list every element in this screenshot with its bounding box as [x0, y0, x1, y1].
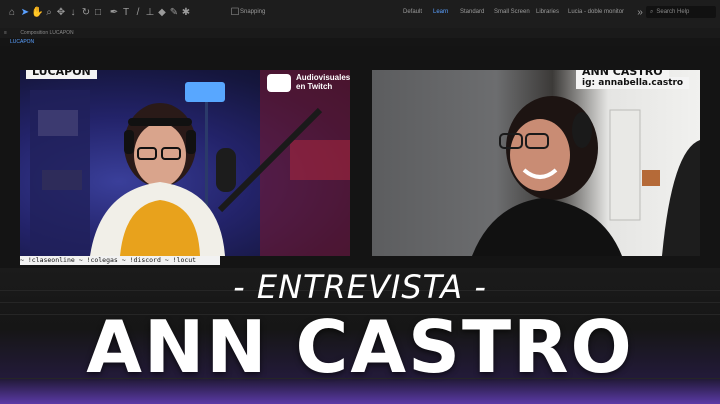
composition-tab[interactable]: ≡ Composition LUCAPON — [0, 28, 720, 38]
left-name-tag: LUCAPON — [26, 70, 97, 79]
composition-subtab-label: LUCAPON — [10, 39, 35, 45]
brush-tool-icon[interactable]: / — [132, 7, 144, 19]
composition-subtab[interactable]: LUCAPON — [0, 38, 720, 46]
home-icon[interactable]: ⌂ — [6, 7, 18, 19]
selection-tool-icon[interactable]: ➤ — [19, 7, 31, 19]
orbit-tool-icon[interactable]: ✥ — [55, 7, 67, 19]
roto-tool-icon[interactable]: ✎ — [168, 7, 180, 19]
app-toolbar: ⌂ ➤ ✋ ⌕ ✥ ↓ ↻ □ ✒ T / ⊥ ◆ ✎ ✱ ☐ Snapping… — [0, 0, 720, 29]
search-icon: ⌕ — [650, 9, 654, 15]
clone-tool-icon[interactable]: ⊥ — [144, 7, 156, 19]
workspace-default[interactable]: Default — [403, 9, 422, 15]
panel-menu-icon[interactable]: ≡ — [4, 30, 7, 36]
hand-tool-icon[interactable]: ✋ — [31, 7, 43, 19]
move-tool-icon[interactable]: ↓ — [67, 7, 79, 19]
left-video-panel: LUCAPON Audiovisuales en Twitch — [20, 70, 350, 256]
type-tool-icon[interactable]: T — [120, 7, 132, 19]
guest-headline: ANN CASTRO — [86, 305, 634, 389]
workspace-learn[interactable]: Learn — [433, 9, 448, 15]
workspace-doble-monitor[interactable]: Lucia - doble monitor — [568, 9, 624, 15]
zoom-tool-icon[interactable]: ⌕ — [43, 7, 55, 19]
search-placeholder: Search Help — [656, 9, 690, 15]
workspace-menu-icon[interactable]: » — [634, 7, 646, 19]
search-help-field[interactable]: ⌕ Search Help — [646, 6, 716, 18]
commands-ticker: ~ !claseonline ~ !colegas ~ !discord ~ !… — [20, 256, 220, 265]
interview-subtitle: - ENTREVISTA - — [233, 268, 487, 306]
pen-tool-icon[interactable]: ✒ — [108, 7, 120, 19]
twitch-chat-icon — [267, 74, 291, 92]
workspace-libraries[interactable]: Libraries — [536, 9, 559, 15]
snapping-label: Snapping — [240, 9, 266, 15]
puppet-tool-icon[interactable]: ✱ — [180, 7, 192, 19]
rectangle-tool-icon[interactable]: □ — [92, 7, 104, 19]
right-handle-tag: ig: annabella.castro — [576, 77, 690, 89]
composition-tab-label: Composition LUCAPON — [20, 30, 74, 36]
rotate-tool-icon[interactable]: ↻ — [80, 7, 92, 19]
right-video-scene — [472, 96, 700, 256]
workspace-standard[interactable]: Standard — [460, 9, 484, 15]
eraser-tool-icon[interactable]: ◆ — [156, 7, 168, 19]
twitch-badge-text: Audiovisuales en Twitch — [296, 73, 350, 91]
workspace-small-screen[interactable]: Small Screen — [494, 9, 530, 15]
right-video-panel: ANN CASTRO ig: annabella.castro — [372, 70, 700, 256]
left-video-scene — [30, 70, 350, 256]
